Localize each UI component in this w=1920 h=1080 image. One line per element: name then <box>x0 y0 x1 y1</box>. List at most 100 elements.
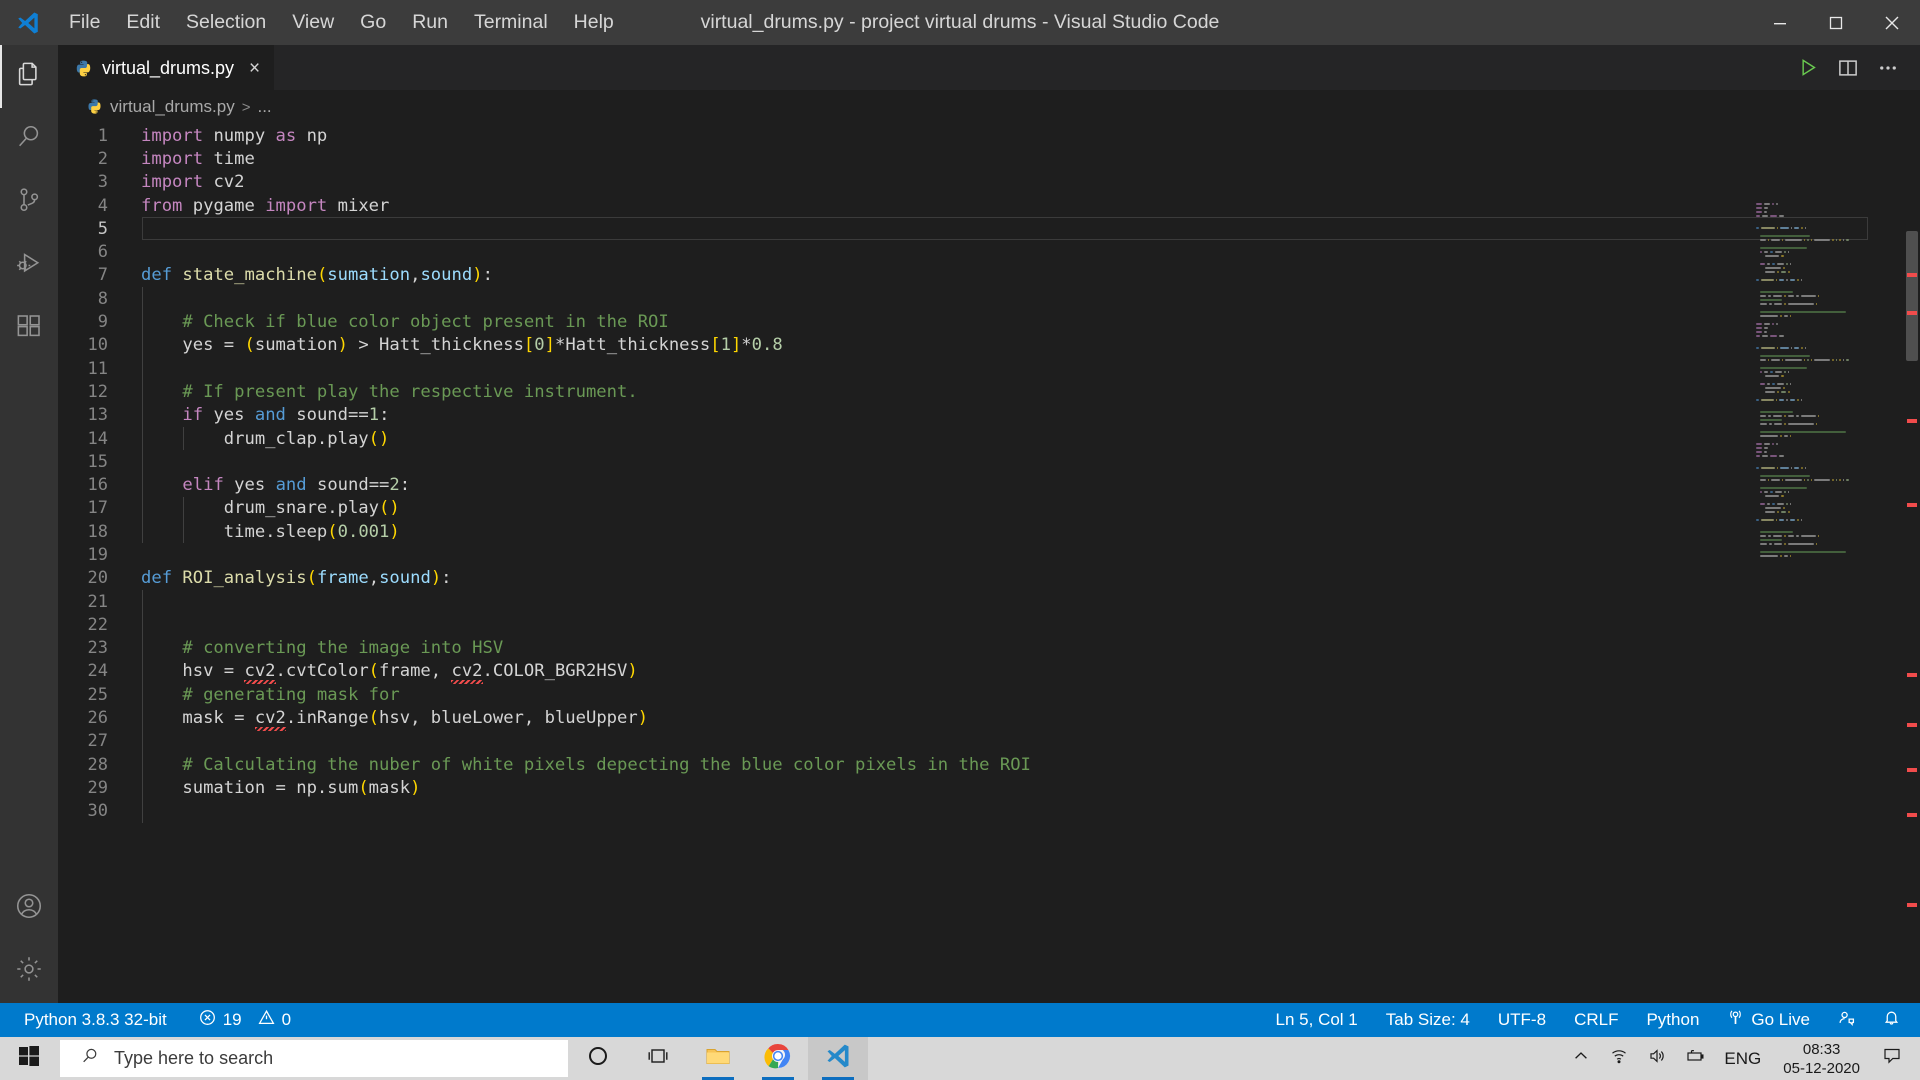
status-cursor-position[interactable]: Ln 5, Col 1 <box>1270 1003 1364 1037</box>
code-line[interactable]: 27 <box>58 730 1920 753</box>
code-line[interactable]: 30 <box>58 800 1920 823</box>
status-eol[interactable]: CRLF <box>1568 1003 1624 1037</box>
start-button[interactable] <box>0 1037 58 1080</box>
code-line[interactable]: 8 <box>58 287 1920 310</box>
code-text[interactable]: time.sleep(0.001) <box>132 522 400 542</box>
code-text[interactable]: import numpy as np <box>132 126 327 146</box>
status-notifications[interactable] <box>1877 1003 1906 1037</box>
code-text[interactable]: def state_machine(sumation,sound): <box>132 265 493 285</box>
minimap[interactable] <box>1752 203 1868 557</box>
code-line[interactable]: 14 drum_clap.play() <box>58 427 1920 450</box>
maximize-button[interactable] <box>1808 0 1864 45</box>
tab-close-icon[interactable]: × <box>249 59 260 78</box>
code-text[interactable] <box>132 242 151 262</box>
status-python-version[interactable]: Python 3.8.3 32-bit <box>18 1003 173 1037</box>
error-marker[interactable] <box>1907 311 1917 315</box>
menu-item-selection[interactable]: Selection <box>173 0 279 45</box>
code-text[interactable]: if yes and sound==1: <box>132 405 389 425</box>
code-text[interactable]: # converting the image into HSV <box>132 638 503 658</box>
action-center-button[interactable] <box>1872 1037 1912 1080</box>
play-icon[interactable] <box>1799 58 1818 77</box>
task-view-button[interactable] <box>628 1037 688 1080</box>
breadcrumb-file[interactable]: virtual_drums.py <box>110 97 235 117</box>
status-problems[interactable]: 19 0 <box>193 1003 297 1037</box>
code-line[interactable]: 1 import numpy as np <box>58 124 1920 147</box>
tray-volume[interactable] <box>1638 1037 1676 1080</box>
code-line[interactable]: 12 # If present play the respective inst… <box>58 380 1920 403</box>
error-marker[interactable] <box>1907 813 1917 817</box>
cortana-button[interactable] <box>568 1037 628 1080</box>
menu-item-go[interactable]: Go <box>347 0 399 45</box>
sidebar-item-extensions[interactable] <box>0 297 58 360</box>
sidebar-item-accounts[interactable] <box>0 877 58 940</box>
split-editor-icon[interactable] <box>1838 58 1858 78</box>
code-line[interactable]: 22 <box>58 613 1920 636</box>
close-button[interactable] <box>1864 0 1920 45</box>
editor-scrollbar[interactable] <box>1902 203 1920 1003</box>
code-line[interactable]: 9 # Check if blue color object present i… <box>58 310 1920 333</box>
code-text[interactable] <box>132 545 151 565</box>
code-line[interactable]: 17 drum_snare.play() <box>58 497 1920 520</box>
status-encoding[interactable]: UTF-8 <box>1492 1003 1552 1037</box>
code-text[interactable]: # If present play the respective instrum… <box>132 382 637 402</box>
menu-item-terminal[interactable]: Terminal <box>461 0 561 45</box>
code-line[interactable]: 21 <box>58 590 1920 613</box>
sidebar-item-source-control[interactable] <box>0 171 58 234</box>
code-line[interactable]: 23 # converting the image into HSV <box>58 637 1920 660</box>
code-line[interactable]: 10 yes = (sumation) > Hatt_thickness[0]*… <box>58 334 1920 357</box>
error-marker[interactable] <box>1907 903 1917 907</box>
search-input[interactable]: Type here to search <box>60 1040 568 1077</box>
code-text[interactable]: # Calculating the nuber of white pixels … <box>132 755 1031 775</box>
status-feedback[interactable] <box>1832 1003 1861 1037</box>
tray-battery[interactable] <box>1676 1037 1714 1080</box>
code-text[interactable]: # generating mask for <box>132 685 399 705</box>
code-text[interactable]: elif yes and sound==2: <box>132 475 410 495</box>
code-text[interactable]: sumation = np.sum(mask) <box>132 778 420 798</box>
code-line[interactable]: 28 # Calculating the nuber of white pixe… <box>58 753 1920 776</box>
code-line[interactable]: 16 elif yes and sound==2: <box>58 473 1920 496</box>
code-line[interactable]: 26 mask = cv2.inRange(hsv, blueLower, bl… <box>58 706 1920 729</box>
code-line[interactable]: 25 # generating mask for <box>58 683 1920 706</box>
code-line[interactable]: 13 if yes and sound==1: <box>58 404 1920 427</box>
code-line[interactable]: 2 import time <box>58 147 1920 170</box>
menu-item-view[interactable]: View <box>279 0 347 45</box>
code-line[interactable]: 18 time.sleep(0.001) <box>58 520 1920 543</box>
sidebar-item-settings[interactable] <box>0 940 58 1003</box>
code-line[interactable]: 15 <box>58 450 1920 473</box>
sidebar-item-explorer[interactable] <box>0 45 58 108</box>
code-lines[interactable]: 1 import numpy as np 2 import time 3 import c… <box>58 124 1920 823</box>
code-text[interactable]: drum_clap.play() <box>132 429 390 449</box>
code-text[interactable]: drum_snare.play() <box>132 498 400 518</box>
code-text[interactable] <box>132 219 151 239</box>
status-tab-size[interactable]: Tab Size: 4 <box>1380 1003 1476 1037</box>
sidebar-item-run-debug[interactable] <box>0 234 58 297</box>
code-editor[interactable]: 1 import numpy as np 2 import time 3 import c… <box>58 124 1920 1003</box>
taskbar-file-explorer[interactable] <box>688 1037 748 1080</box>
code-text[interactable]: import time <box>132 149 255 169</box>
menu-item-run[interactable]: Run <box>399 0 461 45</box>
menu-item-help[interactable]: Help <box>561 0 627 45</box>
tray-wifi[interactable] <box>1600 1037 1638 1080</box>
code-line[interactable]: 6 <box>58 240 1920 263</box>
menu-item-file[interactable]: File <box>56 0 113 45</box>
code-line[interactable]: 7 def state_machine(sumation,sound): <box>58 264 1920 287</box>
code-line[interactable]: 29 sumation = np.sum(mask) <box>58 776 1920 799</box>
code-line[interactable]: 11 <box>58 357 1920 380</box>
error-marker[interactable] <box>1907 273 1917 277</box>
code-text[interactable]: yes = (sumation) > Hatt_thickness[0]*Hat… <box>132 335 782 355</box>
menu-item-edit[interactable]: Edit <box>113 0 173 45</box>
tray-language[interactable]: ENG <box>1714 1049 1771 1069</box>
tray-expand-button[interactable] <box>1562 1037 1600 1080</box>
error-marker[interactable] <box>1907 419 1917 423</box>
status-language-mode[interactable]: Python <box>1640 1003 1705 1037</box>
ellipsis-icon[interactable] <box>1878 58 1898 78</box>
code-text[interactable]: mask = cv2.inRange(hsv, blueLower, blueU… <box>132 708 648 728</box>
code-text[interactable]: def ROI_analysis(frame,sound): <box>132 568 452 588</box>
code-line[interactable]: 20 def ROI_analysis(frame,sound): <box>58 567 1920 590</box>
tray-clock[interactable]: 08:33 05-12-2020 <box>1771 1040 1872 1078</box>
error-marker[interactable] <box>1907 768 1917 772</box>
minimize-button[interactable] <box>1752 0 1808 45</box>
error-marker[interactable] <box>1907 673 1917 677</box>
code-text[interactable]: import cv2 <box>132 172 244 192</box>
tab-virtual-drums[interactable]: virtual_drums.py × <box>58 45 275 90</box>
